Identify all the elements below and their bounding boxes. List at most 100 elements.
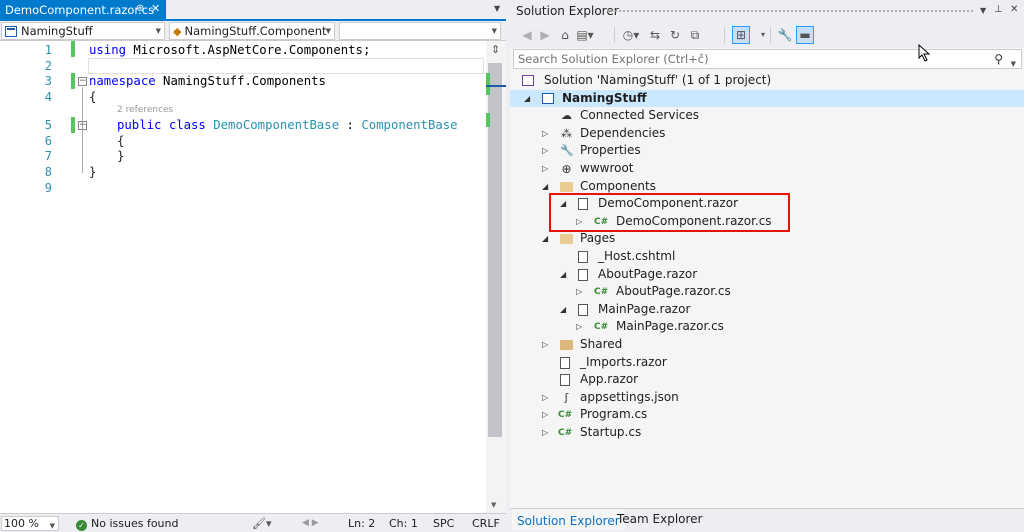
line-indicator[interactable]: Ln: 2 (348, 517, 375, 530)
line-number: 5 (44, 118, 52, 132)
class-icon: ◆ (173, 24, 182, 38)
collapsed-arrow-icon[interactable]: ▷ (542, 125, 548, 143)
collapse-class-icon[interactable]: − (78, 121, 87, 130)
scroll-down-icon[interactable]: ▼ (491, 501, 496, 509)
column-indicator[interactable]: Ch: 1 (389, 517, 418, 530)
editor-status-bar: 100 % ▼ ✓ No issues found 🖌▾ ◀ ▶ Ln: 2 Ch… (0, 513, 506, 532)
tree-item-label: Dependencies (580, 125, 666, 140)
show-all-files-icon[interactable]: ⊞ (732, 26, 750, 44)
collapsed-arrow-icon[interactable]: ▷ (576, 213, 582, 231)
pin-icon[interactable]: ⊕ (136, 3, 144, 14)
back-icon[interactable]: ◀ (518, 26, 536, 44)
zoom-dropdown[interactable]: 100 % ▼ (1, 516, 59, 531)
tree-item-label: Connected Services (580, 108, 700, 123)
change-indicator (71, 117, 75, 133)
tree-item-label: App.razor (580, 372, 639, 387)
document-tab-title: DemoComponent.razor.cs (5, 2, 155, 17)
navigate-arrows-icon[interactable]: ◀ ▶ (302, 518, 319, 528)
collapsed-arrow-icon[interactable]: ▷ (542, 142, 548, 160)
open-folder-icon (560, 234, 573, 245)
collapsed-arrow-icon[interactable]: ▷ (542, 336, 548, 354)
member-dropdown[interactable]: ▼ (339, 22, 501, 40)
tree-item-label: Program.cs (580, 407, 648, 422)
sync-with-document-icon[interactable]: ⇆ (646, 26, 664, 44)
change-marker (486, 113, 490, 127)
editor-vertical-scrollbar[interactable]: ⇕ ▼ (486, 41, 506, 513)
forward-icon[interactable]: ▶ (536, 26, 554, 44)
code-line-3: namespace NamingStuff.Components (89, 74, 326, 88)
wrench-icon: 🔧 (560, 144, 574, 158)
pending-changes-filter-icon[interactable]: ◷▾ (622, 26, 640, 44)
document-tab[interactable]: DemoComponent.razor.cs ⊕ ✕ (0, 0, 166, 19)
expanded-arrow-icon[interactable]: ◢ (560, 301, 566, 319)
expanded-arrow-icon[interactable]: ◢ (524, 90, 530, 108)
scrollbar-thumb[interactable] (488, 63, 502, 437)
tree-item-project[interactable]: ◢ NamingStuff (510, 89, 1024, 108)
switch-views-icon[interactable]: ▤▾ (576, 26, 594, 44)
refresh-icon[interactable]: ↻ (666, 26, 684, 44)
tree-item-label: Pages (580, 231, 616, 246)
caret-position-marker (486, 85, 506, 87)
issues-text: No issues found (91, 517, 179, 530)
solution-explorer-toolbar: ◀ ▶ ⌂ ▤▾ ◷▾ ⇆ ↻ ⧉ ⊞ ▾ 🔧 ▬ (510, 22, 1024, 48)
window-position-icon[interactable]: ▼ (980, 6, 986, 15)
collapsed-arrow-icon[interactable]: ▷ (542, 406, 548, 424)
properties-wrench-icon[interactable]: 🔧 (776, 26, 794, 44)
pin-icon[interactable]: ⊥ (994, 4, 1003, 15)
tree-item-label: MainPage.razor (598, 301, 691, 316)
mouse-cursor-icon (918, 44, 931, 62)
solution-tree: Solution 'NamingStuff' (1 of 1 project) … (510, 70, 1024, 506)
collapsed-arrow-icon[interactable]: ▷ (542, 424, 548, 442)
tree-item-label: wwwroot (580, 161, 634, 175)
code-line-5: public class DemoComponentBase : Compone… (117, 118, 458, 132)
zoom-level: 100 % (4, 517, 39, 530)
search-icon[interactable]: ⚲ (994, 50, 1003, 68)
drag-grip[interactable] (606, 9, 974, 14)
collapsed-arrow-icon[interactable]: ▷ (576, 283, 582, 301)
tree-item-label: AboutPage.razor (598, 266, 698, 281)
tab-team-explorer[interactable]: Team Explorer (612, 509, 708, 531)
codelens-references[interactable]: 2 references (117, 105, 173, 115)
expanded-arrow-icon[interactable]: ◢ (560, 266, 566, 284)
csharp-file-icon: C# (558, 428, 573, 438)
tab-solution-explorer[interactable]: Solution Explorer (512, 509, 625, 531)
preview-selected-items-icon[interactable]: ▬ (796, 26, 814, 44)
split-window-icon[interactable]: ⇕ (491, 43, 500, 56)
razor-file-icon (578, 268, 588, 281)
tab-overflow-icon[interactable]: ▼ (494, 4, 500, 13)
collapsed-arrow-icon[interactable]: ▷ (542, 160, 548, 178)
chevron-down-icon: ▼ (155, 27, 161, 35)
document-tab-strip: DemoComponent.razor.cs ⊕ ✕ ▼ (0, 0, 506, 21)
solution-search-input[interactable]: Search Solution Explorer (Ctrl+č) ⚲ ▼ (513, 49, 1022, 69)
close-icon[interactable]: ✕ (1010, 4, 1018, 15)
collapsed-arrow-icon[interactable]: ▷ (576, 318, 582, 336)
close-icon[interactable]: ✕ (151, 2, 160, 15)
razor-file-icon (560, 356, 570, 369)
chevron-down-icon: ▼ (49, 522, 55, 530)
razor-file-icon (578, 303, 588, 316)
code-line-4: { (89, 90, 97, 104)
expanded-arrow-icon[interactable]: ◢ (542, 178, 548, 196)
chevron-down-icon: ▼ (325, 27, 331, 35)
expanded-arrow-icon[interactable]: ◢ (560, 195, 566, 213)
open-folder-icon (560, 181, 573, 192)
change-indicator (71, 73, 75, 89)
code-cleanup-icon[interactable]: 🖌▾ (252, 517, 272, 530)
collapse-all-icon[interactable]: ⧉ (686, 26, 704, 44)
csharp-file-icon: C# (558, 410, 573, 421)
collapsed-arrow-icon[interactable]: ▷ (542, 389, 548, 407)
collapse-namespace-icon[interactable]: − (78, 77, 87, 86)
whitespace-indicator[interactable]: SPC (433, 517, 454, 530)
code-editor-pane: DemoComponent.razor.cs ⊕ ✕ ▼ NamingStuff… (0, 0, 506, 532)
code-text-area[interactable]: 1 2 3 4 5 6 7 8 9 − − using Microsoft.As… (0, 41, 486, 513)
folder-icon (560, 340, 573, 350)
line-ending-indicator[interactable]: CRLF (472, 517, 500, 530)
home-icon[interactable]: ⌂ (556, 26, 574, 44)
type-dropdown[interactable]: ◆ NamingStuff.Component ▼ (169, 22, 335, 40)
project-dropdown[interactable]: NamingStuff ▼ (1, 22, 165, 40)
issues-indicator[interactable]: ✓ No issues found (76, 517, 178, 531)
csharp-project-icon (542, 92, 554, 104)
toolbar-separator (770, 27, 771, 43)
tree-item-label: Components (580, 178, 656, 193)
expanded-arrow-icon[interactable]: ◢ (542, 230, 548, 248)
